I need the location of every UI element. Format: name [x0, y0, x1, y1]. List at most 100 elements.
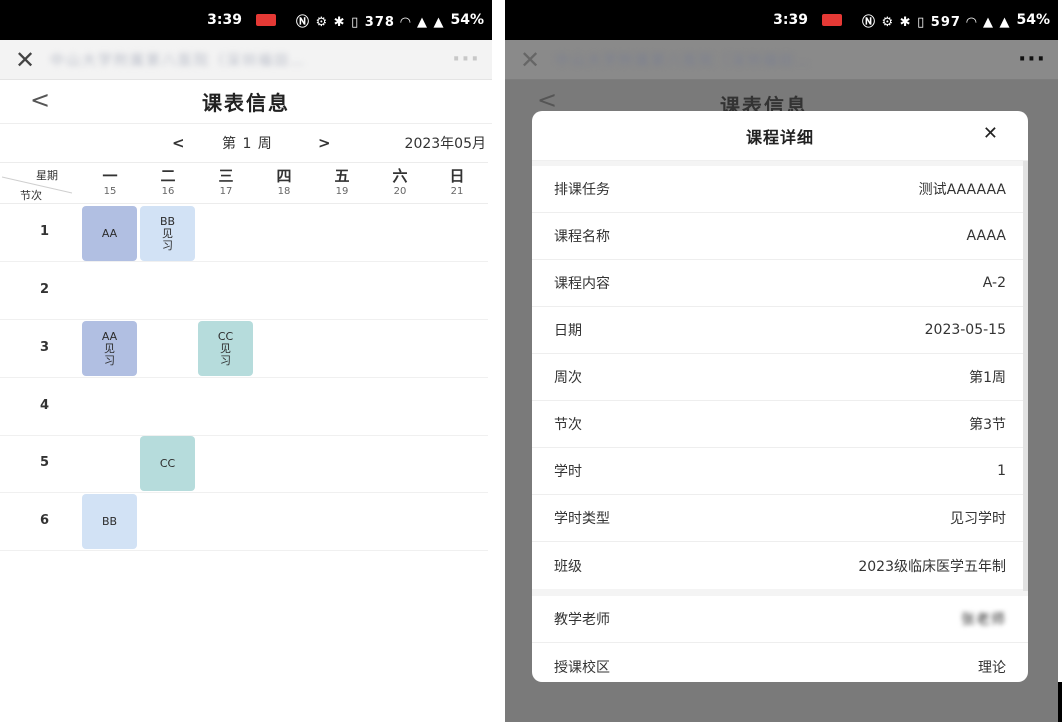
course-code: CC: [217, 329, 234, 343]
course-cell-bb-tue-1[interactable]: BB 见 习: [140, 206, 195, 261]
course-cell-aa-mon-1[interactable]: AA: [82, 206, 137, 261]
more-menu-icon[interactable]: ···: [1006, 47, 1058, 72]
detail-label: 教学老师: [554, 612, 610, 628]
detail-value: 2023级临床医学五年制: [858, 558, 1006, 575]
detail-label: 课程名称: [554, 229, 610, 245]
day-date: 19: [335, 186, 349, 197]
course-type-char: 见: [162, 226, 173, 240]
modal-scrollbar[interactable]: [1023, 161, 1028, 591]
edge-divider: [1058, 682, 1062, 722]
detail-row-week: 周次 第1周: [532, 354, 1028, 401]
page-title: 课表信息: [202, 91, 290, 115]
detail-row-date: 日期 2023-05-15: [532, 307, 1028, 354]
course-code: AA: [101, 226, 118, 240]
course-cell-cc-tue-5[interactable]: CC: [140, 436, 195, 491]
status-time: 3:39: [207, 12, 242, 28]
detail-label: 日期: [554, 323, 582, 339]
day-date: 16: [161, 186, 175, 197]
app-title-blurred: 中山大学附属第八医院（深圳福田…: [50, 52, 306, 69]
modal-title: 课程详细: [745, 127, 814, 147]
timetable-header: 星期 节次 一 15 二 16 三 17 四 18 五 19 六 20 日 21: [0, 162, 488, 204]
month-label: 2023年05月: [404, 136, 486, 152]
course-cell-bb-mon-6[interactable]: BB: [82, 494, 137, 549]
detail-row-hours: 学时 1: [532, 448, 1028, 495]
status-bar: 3:39 Ⓝ ⚙ ✱ ▯ 597 ◠ ▲ ▲ 54%: [505, 0, 1058, 40]
detail-row-class: 班级 2023级临床医学五年制: [532, 542, 1028, 589]
period-number: 3: [40, 340, 50, 355]
day-date: 21: [450, 186, 464, 197]
period-number: 2: [40, 282, 50, 297]
day-date: 15: [103, 186, 117, 197]
detail-value: 见习学时: [950, 511, 1006, 527]
course-detail-modal: 课程详细 ✕ 排课任务 测试AAAAAA 课程名称 AAAA 课程内容 A-2 …: [532, 111, 1028, 682]
detail-value: AAAA: [966, 228, 1006, 244]
day-name: 六: [392, 167, 408, 185]
detail-row-content: 课程内容 A-2: [532, 260, 1028, 307]
day-header-tue: 二 16: [140, 167, 196, 199]
day-header-thu: 四 18: [256, 167, 312, 199]
period-row-6: 6: [0, 493, 488, 551]
period-number: 6: [40, 513, 50, 528]
day-name: 四: [276, 167, 292, 185]
day-name: 日: [449, 167, 465, 185]
detail-label: 授课校区: [554, 659, 610, 676]
prev-week-button[interactable]: <: [172, 134, 185, 152]
battery-level: 54%: [1016, 12, 1050, 28]
day-header-wed: 三 17: [198, 167, 254, 199]
course-type-char: 习: [104, 353, 115, 367]
detail-label: 排课任务: [554, 182, 610, 198]
detail-label: 学时类型: [554, 511, 610, 527]
status-time: 3:39: [773, 12, 808, 28]
close-icon[interactable]: ✕: [0, 40, 50, 80]
app-nav-bar: ✕ 中山大学附属第八医院（深圳福田… ···: [0, 40, 492, 80]
course-cell-aa-mon-3[interactable]: AA 见 习: [82, 321, 137, 376]
modal-header: 课程详细 ✕: [532, 111, 1028, 161]
course-type-char: 见: [220, 341, 231, 355]
detail-row-period: 节次 第3节: [532, 401, 1028, 448]
more-menu-icon[interactable]: ···: [440, 47, 492, 72]
course-cell-cc-wed-3[interactable]: CC 见 习: [198, 321, 253, 376]
back-icon[interactable]: <: [30, 86, 50, 114]
detail-label: 课程内容: [554, 276, 610, 292]
week-switcher: < 第 1 周 > 2023年05月: [0, 124, 492, 162]
back-icon: <: [537, 86, 558, 114]
day-date: 18: [277, 186, 291, 197]
page-header: < 课表信息: [0, 80, 492, 124]
period-number: 4: [40, 398, 50, 413]
battery-level: 54%: [450, 12, 484, 28]
next-week-button[interactable]: >: [318, 134, 331, 152]
timetable-screen: 3:39 Ⓝ ⚙ ✱ ▯ 378 ◠ ▲ ▲ 54% ✕ 中山大学附属第八医院（…: [0, 0, 492, 722]
detail-value: A-2: [982, 275, 1006, 291]
detail-label: 学时: [554, 464, 582, 480]
app-nav-bar: ✕ 中山大学附属第八医院（深圳福田… ···: [505, 40, 1058, 80]
detail-row-hour-type: 学时类型 见习学时: [532, 495, 1028, 542]
detail-value: 2023-05-15: [924, 322, 1006, 338]
detail-row-task: 排课任务 测试AAAAAA: [532, 166, 1028, 213]
detail-row-campus: 授课校区 理论: [532, 643, 1028, 682]
day-date: 20: [393, 186, 407, 197]
day-name: 二: [160, 167, 176, 185]
day-date: 17: [219, 186, 233, 197]
close-modal-icon[interactable]: ✕: [983, 123, 998, 144]
current-week-label: 第 1 周: [222, 136, 273, 152]
header-corner: 星期 节次: [0, 163, 80, 205]
course-code: AA: [101, 329, 118, 343]
detail-value: 第3节: [969, 417, 1006, 433]
detail-label: 节次: [554, 417, 582, 433]
detail-value: 理论: [978, 659, 1006, 676]
period-axis-label: 节次: [20, 189, 42, 202]
day-header-mon: 一 15: [82, 167, 138, 199]
day-name: 五: [334, 167, 350, 185]
day-name: 一: [102, 167, 118, 185]
period-row-4: 4: [0, 378, 488, 436]
detail-value: 1: [997, 463, 1006, 479]
section-divider: [532, 589, 1028, 596]
status-icons: Ⓝ ⚙ ✱ ▯ 378 ◠ ▲ ▲: [295, 14, 445, 30]
detail-label: 周次: [554, 370, 582, 386]
day-header-sat: 六 20: [372, 167, 428, 199]
detail-value: 第1周: [969, 370, 1006, 386]
close-icon[interactable]: ✕: [505, 40, 555, 80]
period-row-5: 5: [0, 435, 488, 493]
course-type-char: 见: [104, 341, 115, 355]
detail-row-teacher: 教学老师 张老师: [532, 596, 1028, 643]
